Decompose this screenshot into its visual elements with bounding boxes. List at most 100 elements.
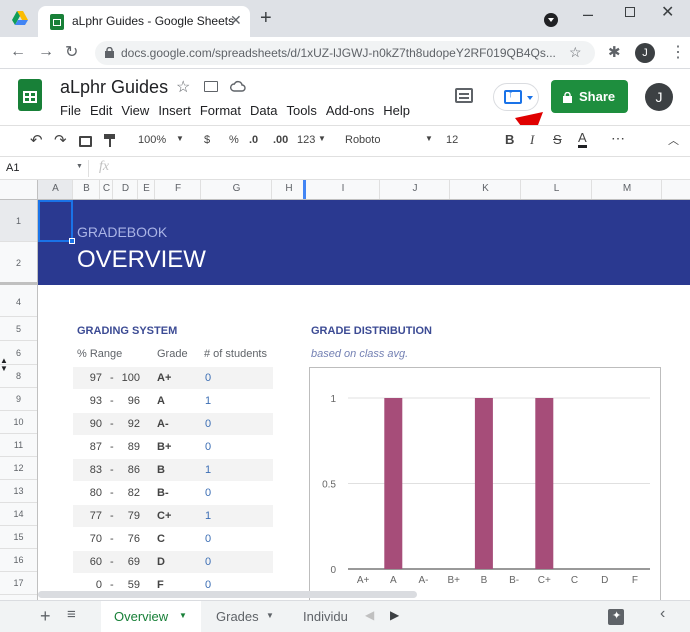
back-icon[interactable]: ← <box>10 43 26 61</box>
row-header[interactable]: 15 <box>0 526 37 549</box>
extensions-icon[interactable]: ✱ <box>608 43 621 61</box>
select-all-corner[interactable] <box>0 180 38 199</box>
menu-data[interactable]: Data <box>250 103 277 118</box>
increase-decimal-button[interactable]: .00 <box>273 134 288 146</box>
sheets-logo-icon[interactable] <box>18 79 42 111</box>
font-size-select[interactable]: 12 <box>446 134 458 146</box>
col-header-f[interactable]: F <box>155 180 201 199</box>
decrease-decimal-button[interactable]: .0 <box>249 134 258 146</box>
minimize-icon[interactable]: – <box>583 4 593 25</box>
tab-search-icon[interactable] <box>544 13 558 27</box>
horizontal-scrollbar[interactable] <box>38 591 417 598</box>
menu-addons[interactable]: Add-ons <box>326 103 374 118</box>
hidden-rows-icon[interactable]: ▲ ▼ <box>0 357 8 373</box>
star-icon[interactable]: ☆ <box>176 77 190 97</box>
font-dropdown-icon[interactable]: ▼ <box>425 134 433 143</box>
currency-button[interactable]: $ <box>204 134 210 146</box>
row-header[interactable]: 9 <box>0 388 37 411</box>
col-header-d[interactable]: D <box>113 180 138 199</box>
format-dropdown-icon[interactable]: ▼ <box>318 134 326 143</box>
menu-help[interactable]: Help <box>383 103 410 118</box>
sheet-grid[interactable]: GRADEBOOK OVERVIEW GRADING SYSTEM % Rang… <box>38 200 690 600</box>
col-header-e[interactable]: E <box>138 180 155 199</box>
paint-format-icon[interactable] <box>104 134 116 147</box>
row-header[interactable]: 2 <box>0 242 37 285</box>
formula-input[interactable] <box>125 157 685 179</box>
row-header[interactable]: 5 <box>0 317 37 341</box>
sheet-tab-overview[interactable]: Overview ▼ <box>101 601 201 632</box>
bold-icon[interactable]: B <box>505 132 514 147</box>
sheet-tab-dropdown-icon[interactable]: ▼ <box>266 611 274 620</box>
menu-insert[interactable]: Insert <box>158 103 191 118</box>
menu-view[interactable]: View <box>121 103 149 118</box>
sheet-tab-dropdown-icon[interactable]: ▼ <box>179 611 187 620</box>
undo-icon[interactable]: ↶ <box>30 131 43 149</box>
menu-file[interactable]: File <box>60 103 81 118</box>
strikethrough-icon[interactable]: S <box>553 132 562 147</box>
row-header[interactable]: 12 <box>0 457 37 480</box>
add-sheet-icon[interactable]: + <box>40 606 51 627</box>
name-box-dropdown-icon[interactable]: ▼ <box>76 163 83 170</box>
collapse-toolbar-icon[interactable]: ︿ <box>668 132 679 148</box>
comments-icon[interactable] <box>455 88 473 103</box>
menu-edit[interactable]: Edit <box>90 103 112 118</box>
scroll-tabs-right-icon[interactable]: ▶ <box>390 608 399 622</box>
profile-avatar[interactable]: J <box>635 43 655 63</box>
col-header-m[interactable]: M <box>592 180 662 199</box>
row-header[interactable]: 16 <box>0 549 37 572</box>
selected-cell-a1[interactable] <box>38 200 73 242</box>
all-sheets-icon[interactable]: ≡ <box>67 606 76 623</box>
maximize-icon[interactable] <box>625 7 635 17</box>
url-field[interactable]: docs.google.com/spreadsheets/d/1xUZ-lJGW… <box>95 41 595 65</box>
browser-tab[interactable]: aLphr Guides - Google Sheets ✕ <box>38 6 250 37</box>
window-close-icon[interactable]: ✕ <box>661 2 674 22</box>
present-button[interactable]: ↑ <box>493 83 539 111</box>
text-color-icon[interactable]: A <box>578 130 587 148</box>
sheet-tab-individual[interactable]: Individu <box>291 601 351 632</box>
col-header-j[interactable]: J <box>380 180 450 199</box>
row-header[interactable]: 13 <box>0 480 37 503</box>
account-avatar[interactable]: J <box>645 83 673 111</box>
percent-button[interactable]: % <box>229 134 239 146</box>
row-header[interactable]: 11 <box>0 434 37 457</box>
zoom-select[interactable]: 100% <box>138 134 166 146</box>
close-tab-icon[interactable]: ✕ <box>230 12 242 29</box>
col-header-b[interactable]: B <box>73 180 100 199</box>
new-tab-icon[interactable]: + <box>260 7 272 30</box>
font-select[interactable]: Roboto <box>345 134 380 146</box>
menu-format[interactable]: Format <box>200 103 241 118</box>
drive-icon[interactable] <box>12 11 28 25</box>
menu-tools[interactable]: Tools <box>286 103 316 118</box>
fill-handle[interactable] <box>69 238 75 244</box>
reload-icon[interactable]: ↻ <box>65 42 78 62</box>
explore-icon[interactable]: ✦ <box>608 609 624 625</box>
row-header[interactable]: 10 <box>0 411 37 434</box>
sheet-tab-grades[interactable]: Grades ▼ <box>204 601 288 632</box>
forward-icon[interactable]: → <box>38 43 54 61</box>
cloud-status-icon[interactable] <box>230 80 246 92</box>
scroll-tabs-left-icon[interactable]: ◀ <box>365 608 374 622</box>
name-box[interactable]: A1 <box>6 162 19 174</box>
col-header-i[interactable]: I <box>306 180 380 199</box>
redo-icon[interactable]: ↷ <box>54 131 67 149</box>
col-header-g[interactable]: G <box>201 180 272 199</box>
print-icon[interactable] <box>79 136 92 147</box>
row-header[interactable]: 17 <box>0 572 37 595</box>
zoom-dropdown-icon[interactable]: ▼ <box>176 134 184 143</box>
share-button[interactable]: Share <box>551 80 628 113</box>
row-header[interactable]: 14 <box>0 503 37 526</box>
move-folder-icon[interactable] <box>204 81 218 92</box>
browser-menu-icon[interactable]: ⋮ <box>670 42 686 62</box>
bookmark-star-icon[interactable]: ☆ <box>569 44 582 61</box>
col-header-c[interactable]: C <box>100 180 113 199</box>
more-toolbar-icon[interactable]: ⋯ <box>611 130 625 147</box>
col-header-a[interactable]: A <box>38 180 73 199</box>
row-header[interactable]: 4 <box>0 288 37 317</box>
doc-title[interactable]: aLphr Guides <box>60 77 168 98</box>
chart-frame[interactable]: 0 0.5 1 A+ A A- B+ B B- C+ C D F <box>309 367 661 600</box>
col-header-h[interactable]: H <box>272 180 306 199</box>
col-header-k[interactable]: K <box>450 180 521 199</box>
italic-icon[interactable]: I <box>530 132 534 148</box>
col-header-l[interactable]: L <box>521 180 592 199</box>
collapse-side-panel-icon[interactable]: ‹ <box>660 605 665 623</box>
